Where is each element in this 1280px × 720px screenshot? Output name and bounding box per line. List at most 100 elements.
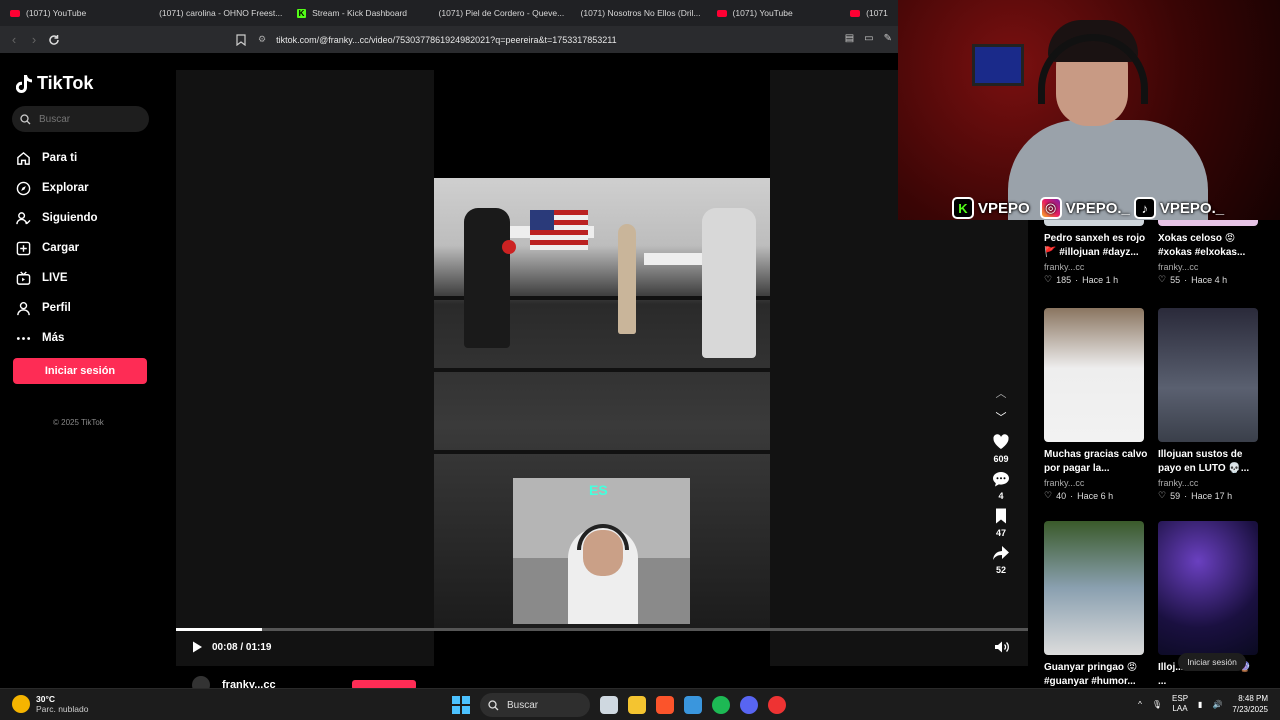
forward-button[interactable]: › [24, 30, 44, 50]
reload-button[interactable] [44, 30, 64, 50]
app-icon[interactable] [684, 696, 702, 714]
bookmark-icon [996, 508, 1006, 524]
sidebar-item-perfil[interactable]: Perfil [16, 293, 98, 323]
search-input[interactable] [39, 113, 139, 125]
comment-icon [993, 472, 1009, 487]
browser-tab[interactable]: (1071) YouTube [707, 0, 841, 26]
weather-widget[interactable]: 30°C Parc. nublado [12, 694, 88, 714]
chevron-down-icon[interactable]: ﹀ [996, 409, 1007, 433]
sidebar-item-explorar[interactable]: Explorar [16, 173, 98, 203]
browser-tab[interactable]: (1071) carolina - OHNO Freest... [143, 0, 287, 26]
back-button[interactable]: ‹ [4, 30, 24, 50]
chevron-up-icon[interactable]: ︿ [996, 385, 1007, 409]
social-handles: K VPEPO ◎ VPEPO._ ♪ VPEPO._ [952, 197, 1224, 219]
sidebar-item-mas[interactable]: Más [16, 323, 98, 353]
language-indicator[interactable]: ESP LAA [1172, 694, 1188, 714]
flag-image [530, 210, 588, 250]
microphone-icon[interactable]: 🎙 [1152, 700, 1162, 709]
sidebar-item-siguiendo[interactable]: Siguiendo [16, 203, 98, 233]
kick-icon: K [952, 197, 974, 219]
compass-icon [16, 181, 31, 195]
streamer-webcam [898, 0, 1280, 220]
kick-icon: K [297, 8, 307, 18]
search-box[interactable] [12, 106, 149, 132]
share-button[interactable]: 52 [992, 544, 1010, 575]
heart-outline-icon: ♡ [1158, 274, 1167, 284]
browser-tab[interactable]: (1071 [840, 0, 898, 26]
volume-icon [995, 641, 1009, 653]
chevron-up-icon[interactable]: ^ [1138, 700, 1142, 709]
system-tray: ^ 🎙 ESP LAA ▮ 🔊 8:48 PM 7/23/2025 [1138, 693, 1268, 715]
spotify-icon[interactable] [712, 696, 730, 714]
sidebar-nav: Para ti Explorar Siguiendo Cargar LIVE P… [16, 143, 98, 353]
taskbar-search[interactable]: Buscar [480, 693, 590, 717]
progress-fill [176, 628, 263, 631]
progress-bar[interactable] [176, 628, 1028, 631]
video-thumbnail [1044, 308, 1144, 442]
browser-tab-strip: (1071) YouTube (1071) carolina - OHNO Fr… [0, 0, 898, 26]
tiktok-icon [16, 74, 32, 93]
browser-toolbar: ‹ › ⚙ tiktok.com/@franky...cc/video/7530… [0, 26, 898, 53]
network-icon[interactable]: ▮ [1198, 700, 1202, 709]
search-icon [20, 113, 31, 124]
browser-tab[interactable]: (1071) YouTube [0, 0, 143, 26]
sidebar-item-para-ti[interactable]: Para ti [16, 143, 98, 173]
tiktok-icon: ♪ [1133, 197, 1156, 219]
instagram-handle: VPEPO._ [1065, 199, 1130, 217]
video-thumbnail [1158, 521, 1258, 655]
copyright-text: © 2025 TikTok [53, 418, 104, 427]
taskbar: 30°C Parc. nublado Buscar ^ 🎙 ESP LAA ▮ … [0, 688, 1280, 720]
volume-button[interactable] [994, 640, 1010, 659]
site-settings-icon: ⚙ [258, 34, 267, 44]
task-view-icon[interactable] [600, 696, 618, 714]
reader-mode-icon[interactable]: ▤ [845, 33, 854, 44]
video-card[interactable]: Pedro sanxeh es rojo 🚩 #illojuan #dayz..… [1044, 216, 1148, 285]
login-button[interactable]: Iniciar sesión [13, 358, 147, 384]
discord-icon[interactable] [740, 696, 758, 714]
extensions-icon[interactable]: ✎ [884, 33, 892, 44]
reload-icon [49, 34, 59, 45]
sidebar-item-cargar[interactable]: Cargar [16, 233, 98, 263]
tiktok-sidebar: TikTok Para ti Explorar Siguiendo Cargar… [0, 53, 162, 688]
instagram-icon: ◎ [1039, 197, 1062, 219]
cast-icon[interactable]: ▭ [864, 33, 873, 44]
video-card[interactable]: Illojuan sustos de payo en LUTO 💀... fra… [1158, 308, 1262, 501]
floating-login-button[interactable]: Iniciar sesión [1178, 653, 1246, 671]
video-frame[interactable]: ES [434, 70, 770, 666]
address-bar[interactable]: ⚙ tiktok.com/@franky...cc/video/75303778… [258, 31, 617, 48]
url-text: tiktok.com/@franky...cc/video/7530377861… [276, 34, 617, 45]
heart-outline-icon: ♡ [1044, 490, 1053, 500]
video-card[interactable]: Xokas celoso 😡 #xokas #elxokas... franky… [1158, 216, 1262, 285]
video-thumbnail [1158, 308, 1258, 442]
kick-handle: VPEPO [978, 199, 1030, 217]
home-icon [17, 151, 30, 165]
comment-button[interactable]: 4 [992, 470, 1010, 501]
youtube-icon [10, 9, 20, 17]
action-bar: ︿ ﹀ 609 4 47 52 [988, 385, 1014, 581]
profile-icon [17, 301, 30, 315]
youtube-icon [850, 9, 861, 17]
share-icon [993, 546, 1009, 560]
sidebar-item-live[interactable]: LIVE [16, 263, 98, 293]
clock[interactable]: 8:48 PM 7/23/2025 [1232, 693, 1268, 715]
bookmark-icon[interactable] [236, 33, 246, 51]
tiktok-logo[interactable]: TikTok [16, 73, 93, 94]
start-button[interactable] [452, 696, 470, 714]
obs-icon[interactable] [768, 696, 786, 714]
like-button[interactable]: 609 [992, 433, 1010, 464]
live-icon [16, 270, 31, 285]
file-explorer-icon[interactable] [628, 696, 646, 714]
video-card[interactable]: Muchas gracias calvo por pagar la... fra… [1044, 308, 1148, 501]
browser-tab[interactable]: (1071) Piel de Cordero - Queve... [423, 0, 565, 26]
tiktok-handle: VPEPO._ [1159, 199, 1225, 217]
save-button[interactable]: 47 [992, 507, 1010, 538]
brave-browser-icon[interactable] [656, 696, 674, 714]
following-icon [16, 211, 31, 224]
speaker-icon[interactable]: 🔊 [1212, 700, 1222, 709]
video-card[interactable]: Guanyar pringao 😡 #guanyar #humor... [1044, 521, 1148, 689]
browser-tab[interactable]: K Stream - Kick Dashboard [287, 0, 422, 26]
play-icon[interactable] [190, 640, 204, 654]
video-thumbnail [1044, 521, 1144, 655]
overlay-text: ES [589, 482, 608, 498]
browser-tab[interactable]: (1071) Nosotros No Ellos (Dril... [565, 0, 707, 26]
